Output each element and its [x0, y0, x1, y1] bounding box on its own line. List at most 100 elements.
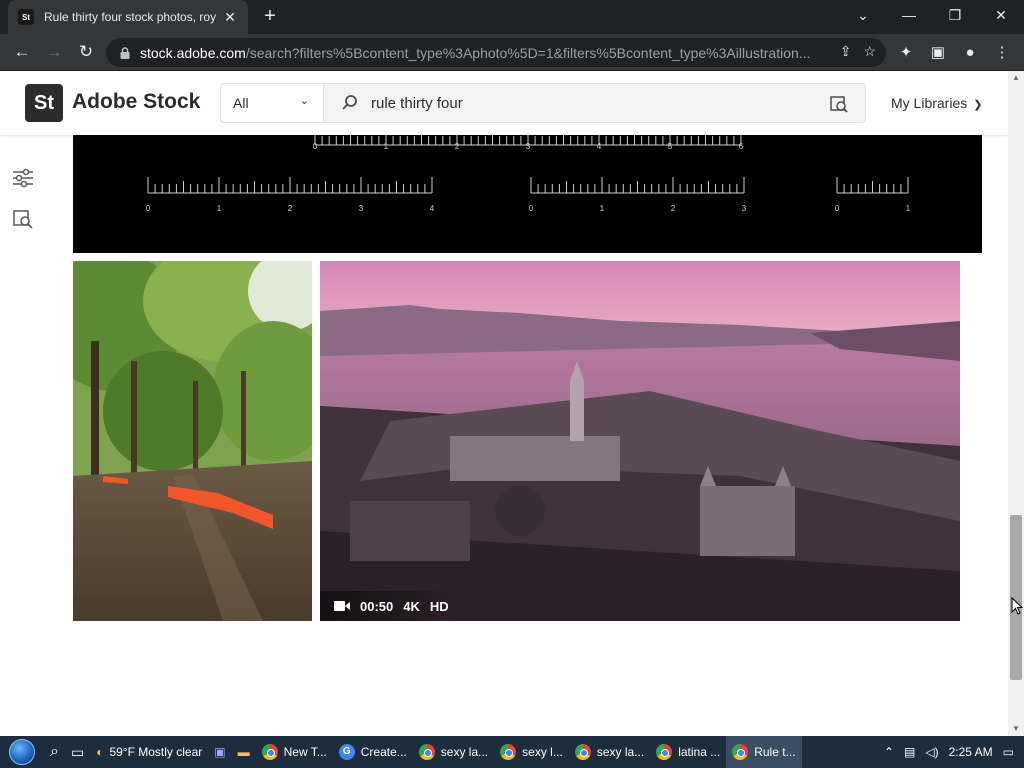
search-bar: All ⌄	[220, 83, 866, 123]
visual-search-side-icon[interactable]	[12, 208, 34, 230]
my-libraries-menu[interactable]: My Libraries ❯	[891, 95, 982, 111]
tab-search-chevron-icon[interactable]: ⌄	[840, 0, 886, 30]
taskbar-chrome-window-3[interactable]: sexy la...	[413, 736, 494, 768]
teams-chat-icon[interactable]: ▣	[208, 736, 231, 768]
search-input[interactable]	[371, 91, 811, 115]
restore-icon[interactable]: ❐	[932, 0, 978, 30]
clock-time[interactable]: 2:25 AM	[949, 745, 993, 759]
file-explorer-icon[interactable]: ▬	[232, 736, 256, 768]
new-tab-plus-icon[interactable]: +	[258, 4, 282, 28]
start-button[interactable]	[0, 736, 44, 768]
video-meta-overlay: 00:50 4K HD	[320, 591, 463, 621]
ruler-label: 2	[671, 204, 676, 213]
google-icon: G	[338, 744, 355, 760]
aerial-city-graphic	[320, 261, 960, 621]
chrome-icon	[418, 744, 435, 760]
url-text: stock.adobe.com/search?filters%5Bcontent…	[140, 44, 810, 61]
network-icon[interactable]: ▤	[904, 745, 915, 759]
chevron-down-icon: ⌄	[299, 95, 309, 107]
ruler-scale: 01	[835, 177, 911, 213]
mouse-cursor-icon	[1011, 597, 1023, 615]
ruler-label: 4	[430, 204, 435, 213]
forward-arrow-icon[interactable]: →	[40, 38, 68, 66]
tray-chevron-up-icon[interactable]: ⌃	[884, 745, 894, 759]
volume-icon[interactable]: ◁)	[925, 745, 938, 759]
address-bar[interactable]: stock.adobe.com/search?filters%5Bcontent…	[106, 38, 886, 67]
ruler-label: 3	[526, 142, 531, 151]
ruler-label: 5	[668, 142, 673, 151]
ruler-label: 1	[217, 204, 222, 213]
ruler-label: 4	[597, 142, 602, 151]
minimize-icon[interactable]: —	[886, 0, 932, 30]
ruler-label: 0	[146, 204, 151, 213]
scroll-down-icon[interactable]: ▼	[1008, 722, 1024, 736]
ruler-label: 1	[906, 204, 911, 213]
search-icon	[342, 95, 357, 110]
ruler-scale: 0 1 2 3 4 5 6	[313, 135, 744, 151]
browser-tab-bar: St Rule thirty four stock photos, roy ✕ …	[0, 0, 1024, 34]
lock-icon	[120, 46, 130, 59]
windows-orb-icon	[9, 739, 35, 765]
result-image-park[interactable]	[73, 261, 312, 621]
chrome-icon	[732, 744, 749, 760]
page-scrollbar[interactable]: ▲ ▼	[1008, 71, 1024, 736]
chevron-down-icon: ❯	[973, 99, 983, 111]
chrome-icon	[500, 744, 517, 760]
adobe-stock-logo-icon[interactable]: St	[25, 84, 63, 122]
back-arrow-icon[interactable]: ←	[8, 38, 36, 66]
chrome-icon	[656, 744, 673, 760]
video-resolution-hd: HD	[429, 598, 449, 614]
taskbar-search-icon[interactable]: ⌕	[44, 736, 65, 768]
taskbar-chrome-window-5[interactable]: sexy la...	[569, 736, 650, 768]
filters-sliders-icon[interactable]	[12, 167, 34, 189]
taskbar-chrome-window-6[interactable]: latina ...	[650, 736, 726, 768]
ruler-label: 1	[600, 204, 605, 213]
scroll-up-icon[interactable]: ▲	[1008, 71, 1024, 85]
ruler-scale: 0 1 2 3	[529, 177, 747, 213]
more-menu-icon[interactable]: ⋮	[991, 42, 1013, 64]
ruler-scale: 0 1 2 3 4	[146, 177, 435, 213]
reload-icon[interactable]: ↻	[72, 38, 100, 66]
logo-text[interactable]: Adobe Stock	[72, 90, 200, 114]
left-toolbar	[12, 167, 36, 249]
video-resolution-4k: 4K	[403, 598, 420, 614]
task-view-icon[interactable]: ▭	[65, 736, 90, 768]
taskbar-chrome-window-1[interactable]: New T...	[256, 736, 333, 768]
browser-toolbar: ← → ↻ stock.adobe.com/search?filters%5Bc…	[0, 34, 1024, 71]
windows-taskbar: ⌕ ▭ ◐ 59°F Mostly clear ▣ ▬ New T... G Cr…	[0, 736, 1024, 768]
result-video-istanbul[interactable]: 00:50 4K HD	[320, 261, 960, 621]
tab-title: Rule thirty four stock photos, roy	[44, 10, 216, 24]
taskbar-weather[interactable]: ◐ 59°F Mostly clear	[90, 736, 208, 768]
ruler-label: 2	[288, 204, 293, 213]
content-type-dropdown[interactable]: All ⌄	[221, 84, 324, 122]
taskbar-chrome-window-4[interactable]: sexy l...	[494, 736, 569, 768]
bookmark-star-icon[interactable]: ☆	[863, 43, 876, 60]
video-duration: 00:50	[360, 598, 394, 614]
side-panel-icon[interactable]: ▣	[927, 42, 949, 64]
ruler-label: 3	[742, 204, 747, 213]
result-image-rulers[interactable]: 012345601234012301	[73, 135, 982, 253]
browser-tab-active[interactable]: St Rule thirty four stock photos, roy ✕	[8, 0, 248, 34]
weather-text: 59°F Mostly clear	[109, 745, 203, 759]
visual-search-icon[interactable]	[829, 94, 849, 114]
ruler-label: 3	[359, 204, 364, 213]
taskbar-chrome-window-2[interactable]: G Create...	[333, 736, 413, 768]
extensions-puzzle-icon[interactable]: ✦	[895, 42, 917, 64]
rulers-graphic: 0 1 2 3 4 5 60 1 2 3 4 0 1 2 3 0 1	[146, 135, 911, 213]
ruler-label: 0	[835, 204, 840, 213]
ruler-label: 0	[313, 142, 318, 151]
profile-avatar-icon[interactable]: ●	[959, 42, 981, 64]
share-icon[interactable]: ⇪	[840, 43, 852, 60]
chrome-icon	[574, 744, 591, 760]
web-page: St Adobe Stock All ⌄ My Libraries ❯	[0, 71, 1008, 736]
tab-close-icon[interactable]: ✕	[222, 9, 238, 26]
content-type-selected: All	[233, 95, 249, 111]
my-libraries-label: My Libraries	[891, 95, 968, 111]
taskbar-chrome-window-active[interactable]: Rule t...	[726, 736, 802, 768]
window-close-icon[interactable]: ✕	[978, 0, 1024, 30]
adobe-stock-favicon-icon: St	[18, 9, 34, 25]
notifications-icon[interactable]: ▭	[1003, 745, 1014, 759]
weather-moon-icon: ◐	[96, 745, 104, 759]
video-camera-icon	[334, 601, 350, 611]
park-photo-graphic	[73, 261, 312, 621]
